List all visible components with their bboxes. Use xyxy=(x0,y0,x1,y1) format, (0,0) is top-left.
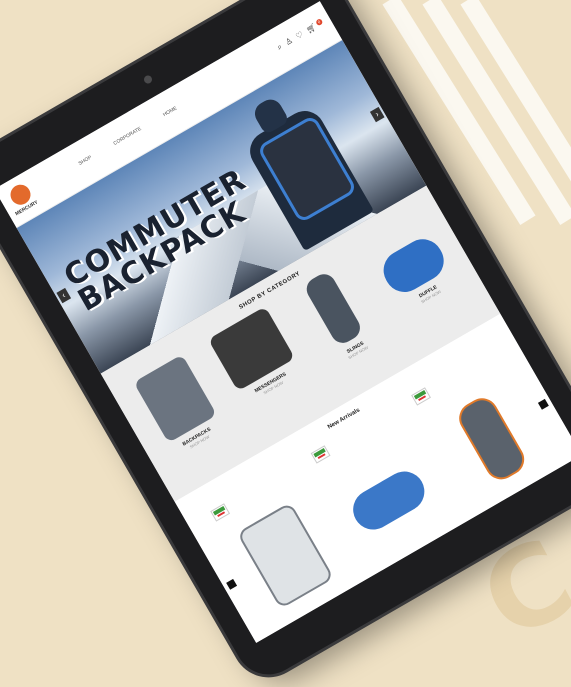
nav-item-shop[interactable]: SHOP xyxy=(78,155,93,167)
nav-item-corporate[interactable]: CORPORATE xyxy=(112,126,142,147)
new-tag-icon xyxy=(310,445,331,464)
new-tag-icon xyxy=(210,503,231,522)
heart-icon[interactable]: ♡ xyxy=(294,30,305,42)
white-backpack-image xyxy=(236,501,335,610)
search-icon[interactable]: ⌕ xyxy=(275,42,284,53)
cart-count-badge: 0 xyxy=(315,18,324,27)
new-tag-icon xyxy=(411,387,431,406)
user-icon[interactable]: ♙ xyxy=(284,36,295,48)
nav-item-home[interactable]: HOME xyxy=(162,105,178,118)
sling-image xyxy=(301,270,364,348)
grey-sling-image xyxy=(453,392,531,486)
header-icons: ⌕ ♙ ♡ 🛒︎ 0 xyxy=(275,18,325,53)
blue-duffle-image xyxy=(345,464,432,537)
camera xyxy=(142,74,154,85)
